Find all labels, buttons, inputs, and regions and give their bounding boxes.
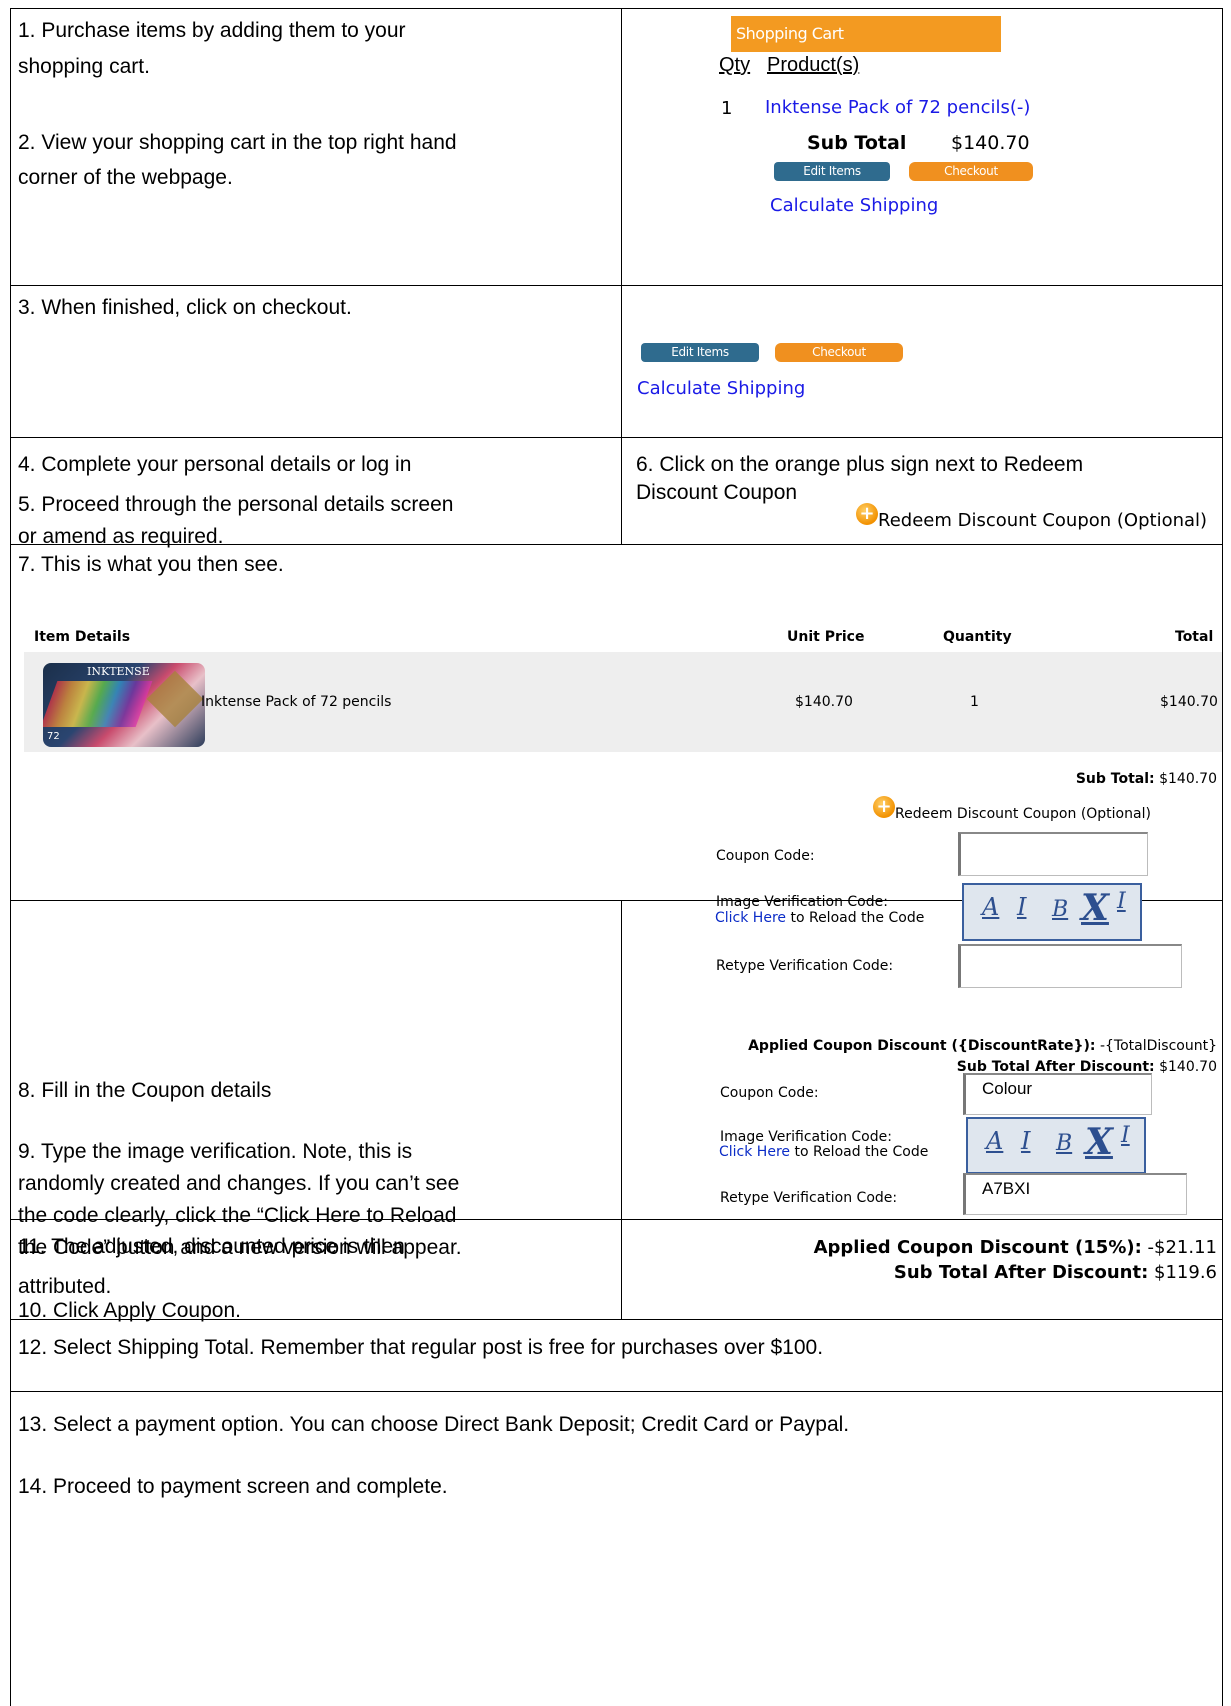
edit-items-button[interactable]: Edit Items: [641, 343, 759, 362]
step-9-text-cont: the code clearly, click the “Click Here …: [18, 1204, 457, 1227]
step-3-text: 3. When finished, click on checkout.: [18, 296, 352, 319]
cart-item-qty: 1: [721, 98, 733, 119]
coupon-code-input-filled[interactable]: Colour: [963, 1073, 1152, 1115]
coupon-code-input[interactable]: [958, 832, 1148, 876]
edit-items-button[interactable]: Edit Items: [774, 162, 890, 181]
thumbnail-pencil-fan: [43, 681, 153, 727]
col-header-quantity: Quantity: [943, 629, 1012, 645]
shopping-cart-header: Shopping Cart: [731, 16, 1001, 52]
captcha-char: I: [1021, 1127, 1031, 1155]
table-border-top: [10, 8, 1223, 9]
row-divider: [10, 285, 1223, 286]
checkout-button[interactable]: Checkout: [775, 343, 903, 362]
step-12-text: 12. Select Shipping Total. Remember that…: [18, 1336, 824, 1359]
captcha-char: X: [1085, 1121, 1113, 1163]
calculate-shipping-link[interactable]: Calculate Shipping: [637, 378, 805, 400]
step-9-text-cont: randomly created and changes. If you can…: [18, 1172, 460, 1195]
reload-code-text: Click Here to Reload the Code: [715, 910, 924, 927]
thumbnail-count-text: 72: [47, 731, 60, 742]
applied-discount-line: Applied Coupon Discount ({DiscountRate})…: [748, 1038, 1217, 1055]
step-1-text: 1. Purchase items by adding them to your: [18, 19, 406, 42]
captcha-char: A: [982, 893, 1000, 921]
row-divider: [10, 1391, 1223, 1392]
retype-code-input[interactable]: [958, 944, 1182, 988]
reload-code-rest: to Reload the Code: [790, 1144, 929, 1160]
step-11-text: 11. The adjusted, discounted price is th…: [18, 1235, 405, 1258]
redeem-plus-icon[interactable]: +: [873, 796, 895, 818]
captcha-char: B: [1056, 1131, 1073, 1156]
step-2-text: 2. View your shopping cart in the top ri…: [18, 131, 457, 154]
subtotal-after-value: $119.6: [1154, 1262, 1217, 1283]
subtotal-after-label: Sub Total After Discount:: [893, 1262, 1149, 1283]
col-header-item-details: Item Details: [34, 629, 131, 645]
captcha-image: A I B X I: [962, 883, 1142, 941]
click-here-link[interactable]: Click Here: [719, 1144, 790, 1160]
cart-subtotal-value: $140.70: [951, 132, 1030, 154]
thumbnail-brand-text: INKTENSE: [87, 665, 150, 678]
applied-discount-label: Applied Coupon Discount (15%):: [813, 1237, 1142, 1258]
column-divider: [621, 8, 622, 545]
order-subtotal: Sub Total: $140.70: [1076, 771, 1217, 788]
thumbnail-diamond: [146, 670, 204, 728]
redeem-coupon-label[interactable]: Redeem Discount Coupon (Optional): [895, 806, 1151, 823]
cart-subtotal-label: Sub Total: [807, 132, 907, 154]
step-11-text-cont: attributed.: [18, 1275, 112, 1298]
step-14-text: 14. Proceed to payment screen and comple…: [18, 1475, 448, 1498]
product-name[interactable]: Inktense Pack of 72 pencils: [201, 694, 391, 711]
reload-code-rest: to Reload the Code: [786, 910, 925, 926]
total-value: $140.70: [1160, 694, 1218, 710]
retype-code-input-filled[interactable]: A7BXI: [963, 1173, 1187, 1215]
order-subtotal-label: Sub Total:: [1075, 771, 1155, 787]
shopping-cart-title: Shopping Cart: [736, 24, 844, 43]
applied-discount-label: Applied Coupon Discount ({DiscountRate})…: [748, 1038, 1096, 1054]
table-border-right: [1222, 8, 1223, 1706]
captcha-image: A I B X I: [966, 1117, 1146, 1174]
captcha-char: A: [986, 1127, 1004, 1155]
quantity-value: 1: [970, 694, 979, 710]
reload-code-text: Click Here to Reload the Code: [719, 1144, 928, 1161]
applied-discount-value: -$21.11: [1147, 1237, 1217, 1258]
captcha-char: X: [1081, 887, 1109, 929]
step-6-text-cont: Discount Coupon: [636, 481, 798, 504]
coupon-code-label: Coupon Code:: [720, 1085, 819, 1101]
unit-price-value: $140.70: [795, 694, 853, 710]
product-column-header: Product(s): [767, 54, 860, 76]
step-1-text-cont: shopping cart.: [18, 55, 150, 78]
applied-discount-value: -{TotalDiscount}: [1099, 1038, 1217, 1054]
step-9-text: 9. Type the image verification. Note, th…: [18, 1140, 413, 1163]
step-8-text: 8. Fill in the Coupon details: [18, 1079, 272, 1102]
qty-column-header: Qty: [719, 54, 751, 76]
coupon-code-label: Coupon Code:: [716, 848, 815, 864]
image-verification-label: Image Verification Code:: [716, 894, 888, 910]
captcha-char: I: [1017, 893, 1027, 921]
step-5-text-cont: or amend as required.: [18, 525, 224, 548]
captcha-char: I: [1117, 889, 1126, 914]
captcha-char: B: [1052, 897, 1069, 922]
redeem-coupon-label[interactable]: Redeem Discount Coupon (Optional): [878, 510, 1207, 532]
applied-discount-result: Applied Coupon Discount (15%): -$21.11: [814, 1237, 1217, 1259]
column-divider: [621, 900, 622, 1320]
step-13-text: 13. Select a payment option. You can cho…: [18, 1413, 850, 1436]
redeem-plus-icon[interactable]: +: [856, 503, 878, 525]
step-4-text: 4. Complete your personal details or log…: [18, 453, 412, 476]
retype-code-label: Retype Verification Code:: [716, 958, 894, 974]
checkout-button[interactable]: Checkout: [909, 162, 1033, 181]
cart-item-link[interactable]: Inktense Pack of 72 pencils(-): [765, 97, 1030, 119]
step-2-text-cont: corner of the webpage.: [18, 166, 233, 189]
subtotal-after-value: $140.70: [1159, 1059, 1217, 1075]
step-5-text: 5. Proceed through the personal details …: [18, 493, 454, 516]
order-subtotal-value: $140.70: [1159, 771, 1217, 787]
col-header-unit-price: Unit Price: [787, 629, 865, 645]
captcha-char: I: [1121, 1123, 1130, 1148]
calculate-shipping-link[interactable]: Calculate Shipping: [770, 195, 938, 217]
subtotal-after-result: Sub Total After Discount: $119.6: [894, 1262, 1217, 1284]
table-border-left: [10, 8, 11, 1706]
col-header-total: Total: [1175, 629, 1214, 645]
row-divider: [10, 437, 1223, 438]
retype-code-label: Retype Verification Code:: [720, 1190, 898, 1206]
step-7-text: 7. This is what you then see.: [18, 553, 284, 576]
click-here-link[interactable]: Click Here: [715, 910, 786, 926]
step-6-text: 6. Click on the orange plus sign next to…: [636, 453, 1084, 476]
product-thumbnail[interactable]: INKTENSE 72: [43, 663, 205, 747]
